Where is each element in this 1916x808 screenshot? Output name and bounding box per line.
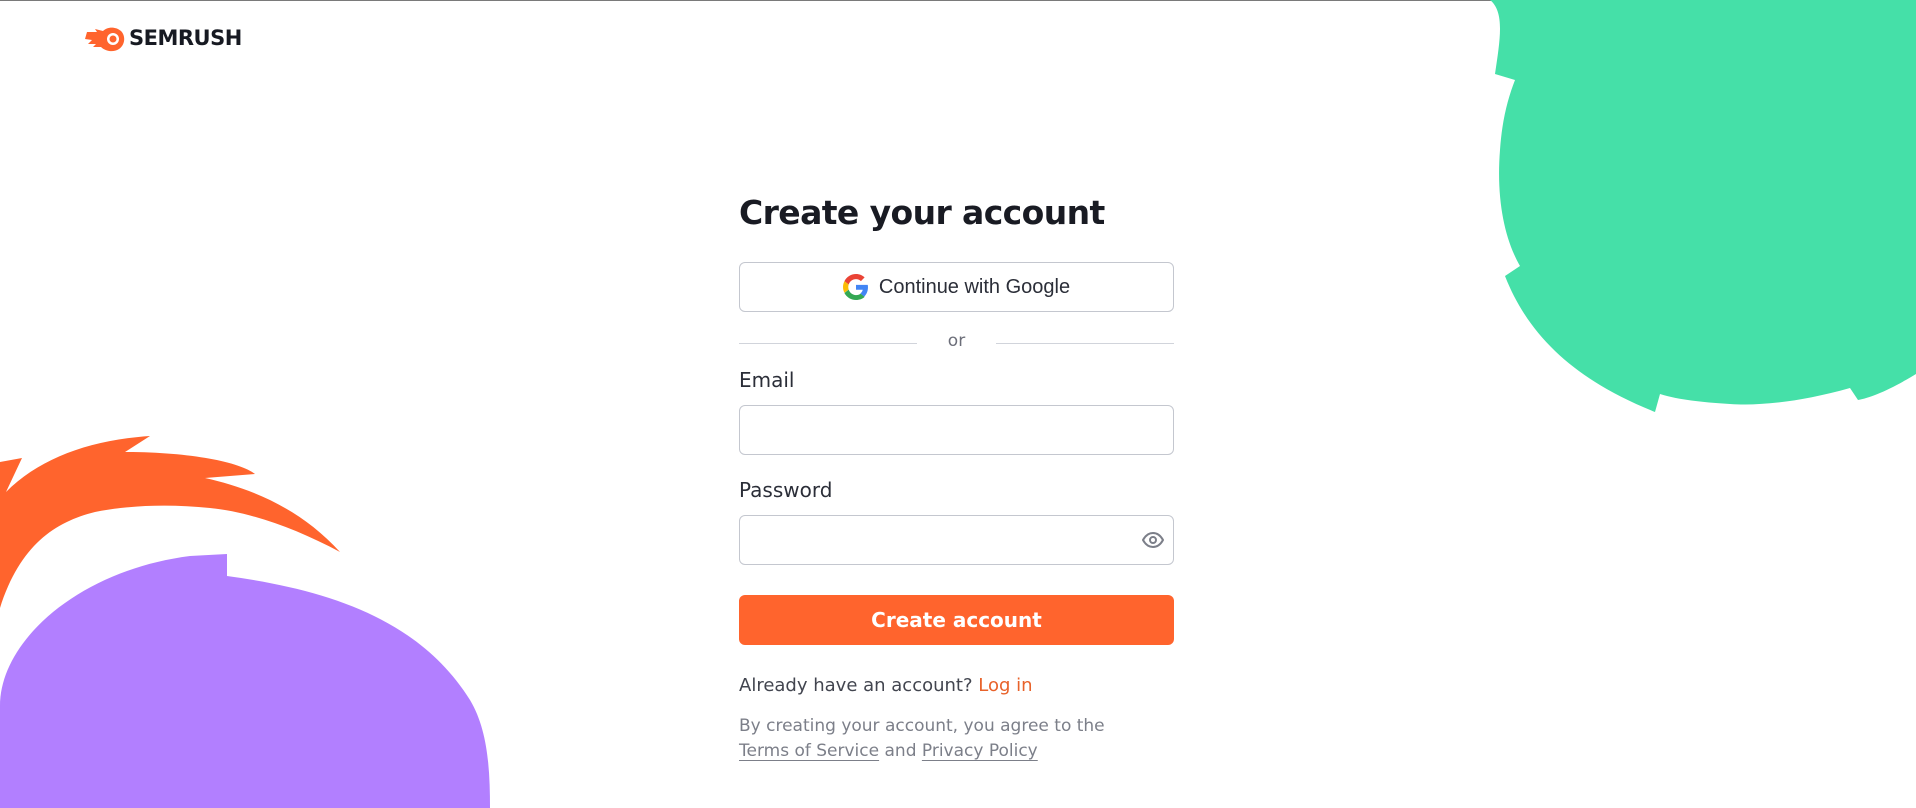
window-top-border <box>0 0 1916 1</box>
divider-line-right <box>996 343 1174 344</box>
login-prompt: Already have an account? Log in <box>739 675 1033 696</box>
page-title: Create your account <box>739 193 1105 232</box>
divider-text: or <box>947 331 966 351</box>
password-field[interactable] <box>739 515 1174 565</box>
terms-of-service-link[interactable]: Terms of Service <box>739 741 879 761</box>
logo-wordmark: SEMRUSH <box>129 26 242 50</box>
eye-icon[interactable] <box>1142 532 1164 548</box>
semrush-flame-logo-icon <box>85 27 125 52</box>
continue-with-google-button[interactable]: Continue with Google <box>739 262 1174 312</box>
google-g-icon <box>842 274 868 300</box>
login-prompt-text: Already have an account? <box>739 675 973 696</box>
orange-flame <box>0 436 340 608</box>
legal-notice: By creating your account, you agree to t… <box>739 714 1174 764</box>
semrush-logo[interactable]: SEMRUSH <box>85 23 242 53</box>
google-button-label: Continue with Google <box>878 275 1071 298</box>
login-link[interactable]: Log in <box>978 675 1032 696</box>
legal-and-text: and <box>884 741 917 761</box>
green-blob <box>1490 0 1916 412</box>
email-field[interactable] <box>739 405 1174 455</box>
privacy-policy-link[interactable]: Privacy Policy <box>922 741 1038 761</box>
purple-blob <box>0 554 490 808</box>
legal-text: By creating your account, you agree to t… <box>739 716 1105 736</box>
email-label: Email <box>739 368 795 392</box>
create-account-button[interactable]: Create account <box>739 595 1174 645</box>
password-label: Password <box>739 478 833 502</box>
